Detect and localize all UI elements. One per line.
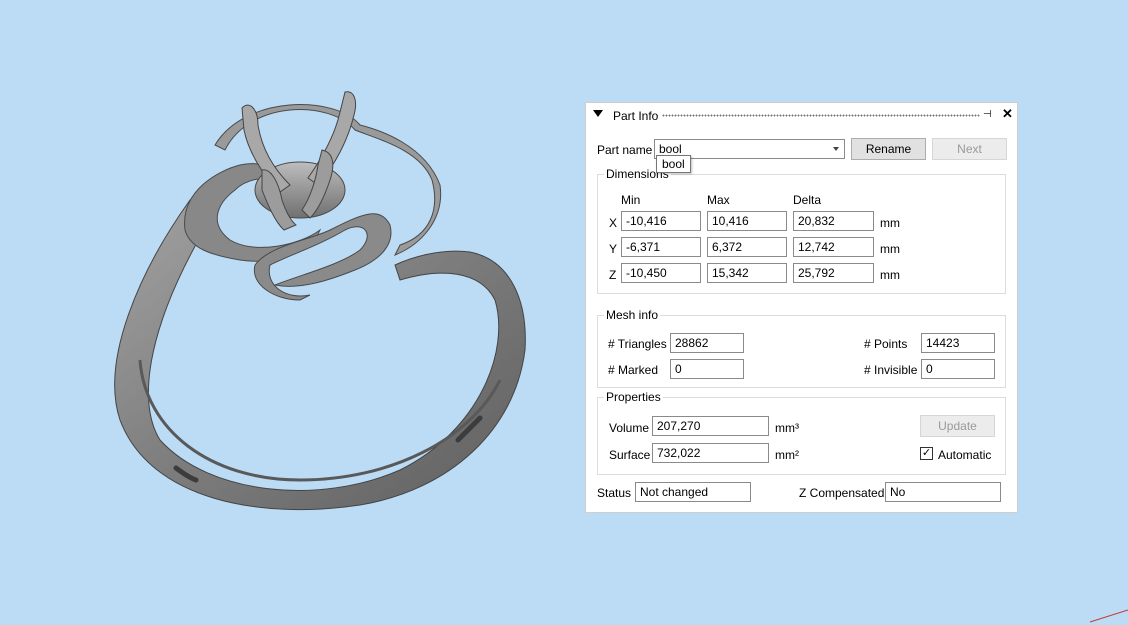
volume-label: Volume bbox=[609, 421, 650, 435]
dim-z-max[interactable]: 15,342 bbox=[707, 263, 787, 283]
dim-y-min[interactable]: -6,371 bbox=[621, 237, 701, 257]
triangles-field[interactable]: 28862 bbox=[670, 333, 744, 353]
chevron-down-icon[interactable] bbox=[833, 147, 839, 151]
volume-unit: mm³ bbox=[775, 421, 799, 435]
status-label: Status bbox=[597, 486, 632, 500]
status-field[interactable]: Not changed bbox=[635, 482, 751, 502]
part-name-value: bool bbox=[659, 142, 682, 156]
dim-header-min: Min bbox=[621, 193, 641, 207]
dim-y-delta[interactable]: 12,742 bbox=[793, 237, 874, 257]
marked-field[interactable]: 0 bbox=[670, 359, 744, 379]
surface-unit: mm² bbox=[775, 448, 799, 462]
z-compensated-field[interactable]: No bbox=[885, 482, 1001, 502]
triangles-label: # Triangles bbox=[608, 337, 667, 351]
panel-titlebar[interactable]: Part Info ⊣ ✕ bbox=[586, 103, 1017, 127]
panel-title: Part Info bbox=[613, 109, 659, 123]
properties-title: Properties bbox=[604, 390, 663, 404]
marked-label: # Marked bbox=[608, 363, 659, 377]
close-icon[interactable]: ✕ bbox=[1002, 107, 1013, 121]
dim-x-max[interactable]: 10,416 bbox=[707, 211, 787, 231]
pin-icon[interactable]: ⊣ bbox=[983, 110, 992, 120]
dim-header-max: Max bbox=[707, 193, 730, 207]
dim-axis-x: X bbox=[609, 216, 618, 230]
dim-z-unit: mm bbox=[880, 268, 900, 282]
z-compensated-label: Z Compensated bbox=[799, 486, 885, 500]
volume-field[interactable]: 207,270 bbox=[652, 416, 769, 436]
invisible-label: # Invisible bbox=[864, 363, 918, 377]
part-name-tooltip: bool bbox=[656, 155, 691, 173]
dim-x-unit: mm bbox=[880, 216, 900, 230]
update-button[interactable]: Update bbox=[920, 415, 995, 437]
rename-button[interactable]: Rename bbox=[851, 138, 926, 160]
points-field[interactable]: 14423 bbox=[921, 333, 995, 353]
ring-swirl-mid bbox=[253, 213, 392, 301]
part-name-label: Part name bbox=[597, 143, 653, 157]
surface-label: Surface bbox=[609, 448, 651, 462]
invisible-field[interactable]: 0 bbox=[921, 359, 995, 379]
ring-edge-accent bbox=[1089, 609, 1128, 623]
dim-header-delta: Delta bbox=[793, 193, 822, 207]
ring-shank bbox=[114, 199, 526, 511]
dim-z-delta[interactable]: 25,792 bbox=[793, 263, 874, 283]
surface-field[interactable]: 732,022 bbox=[652, 443, 769, 463]
dim-z-min[interactable]: -10,450 bbox=[621, 263, 701, 283]
automatic-label: Automatic bbox=[938, 448, 992, 462]
drag-handle[interactable] bbox=[662, 114, 980, 117]
collapse-arrow-icon[interactable] bbox=[593, 110, 603, 117]
dim-x-delta[interactable]: 20,832 bbox=[793, 211, 874, 231]
automatic-checkbox[interactable]: ✓ bbox=[920, 447, 933, 460]
dim-axis-y: Y bbox=[609, 242, 618, 256]
dim-y-max[interactable]: 6,372 bbox=[707, 237, 787, 257]
mesh-info-title: Mesh info bbox=[604, 308, 661, 322]
points-label: # Points bbox=[864, 337, 908, 351]
dim-axis-z: Z bbox=[609, 268, 617, 282]
dim-x-min[interactable]: -10,416 bbox=[621, 211, 701, 231]
dim-y-unit: mm bbox=[880, 242, 900, 256]
next-button[interactable]: Next bbox=[932, 138, 1007, 160]
